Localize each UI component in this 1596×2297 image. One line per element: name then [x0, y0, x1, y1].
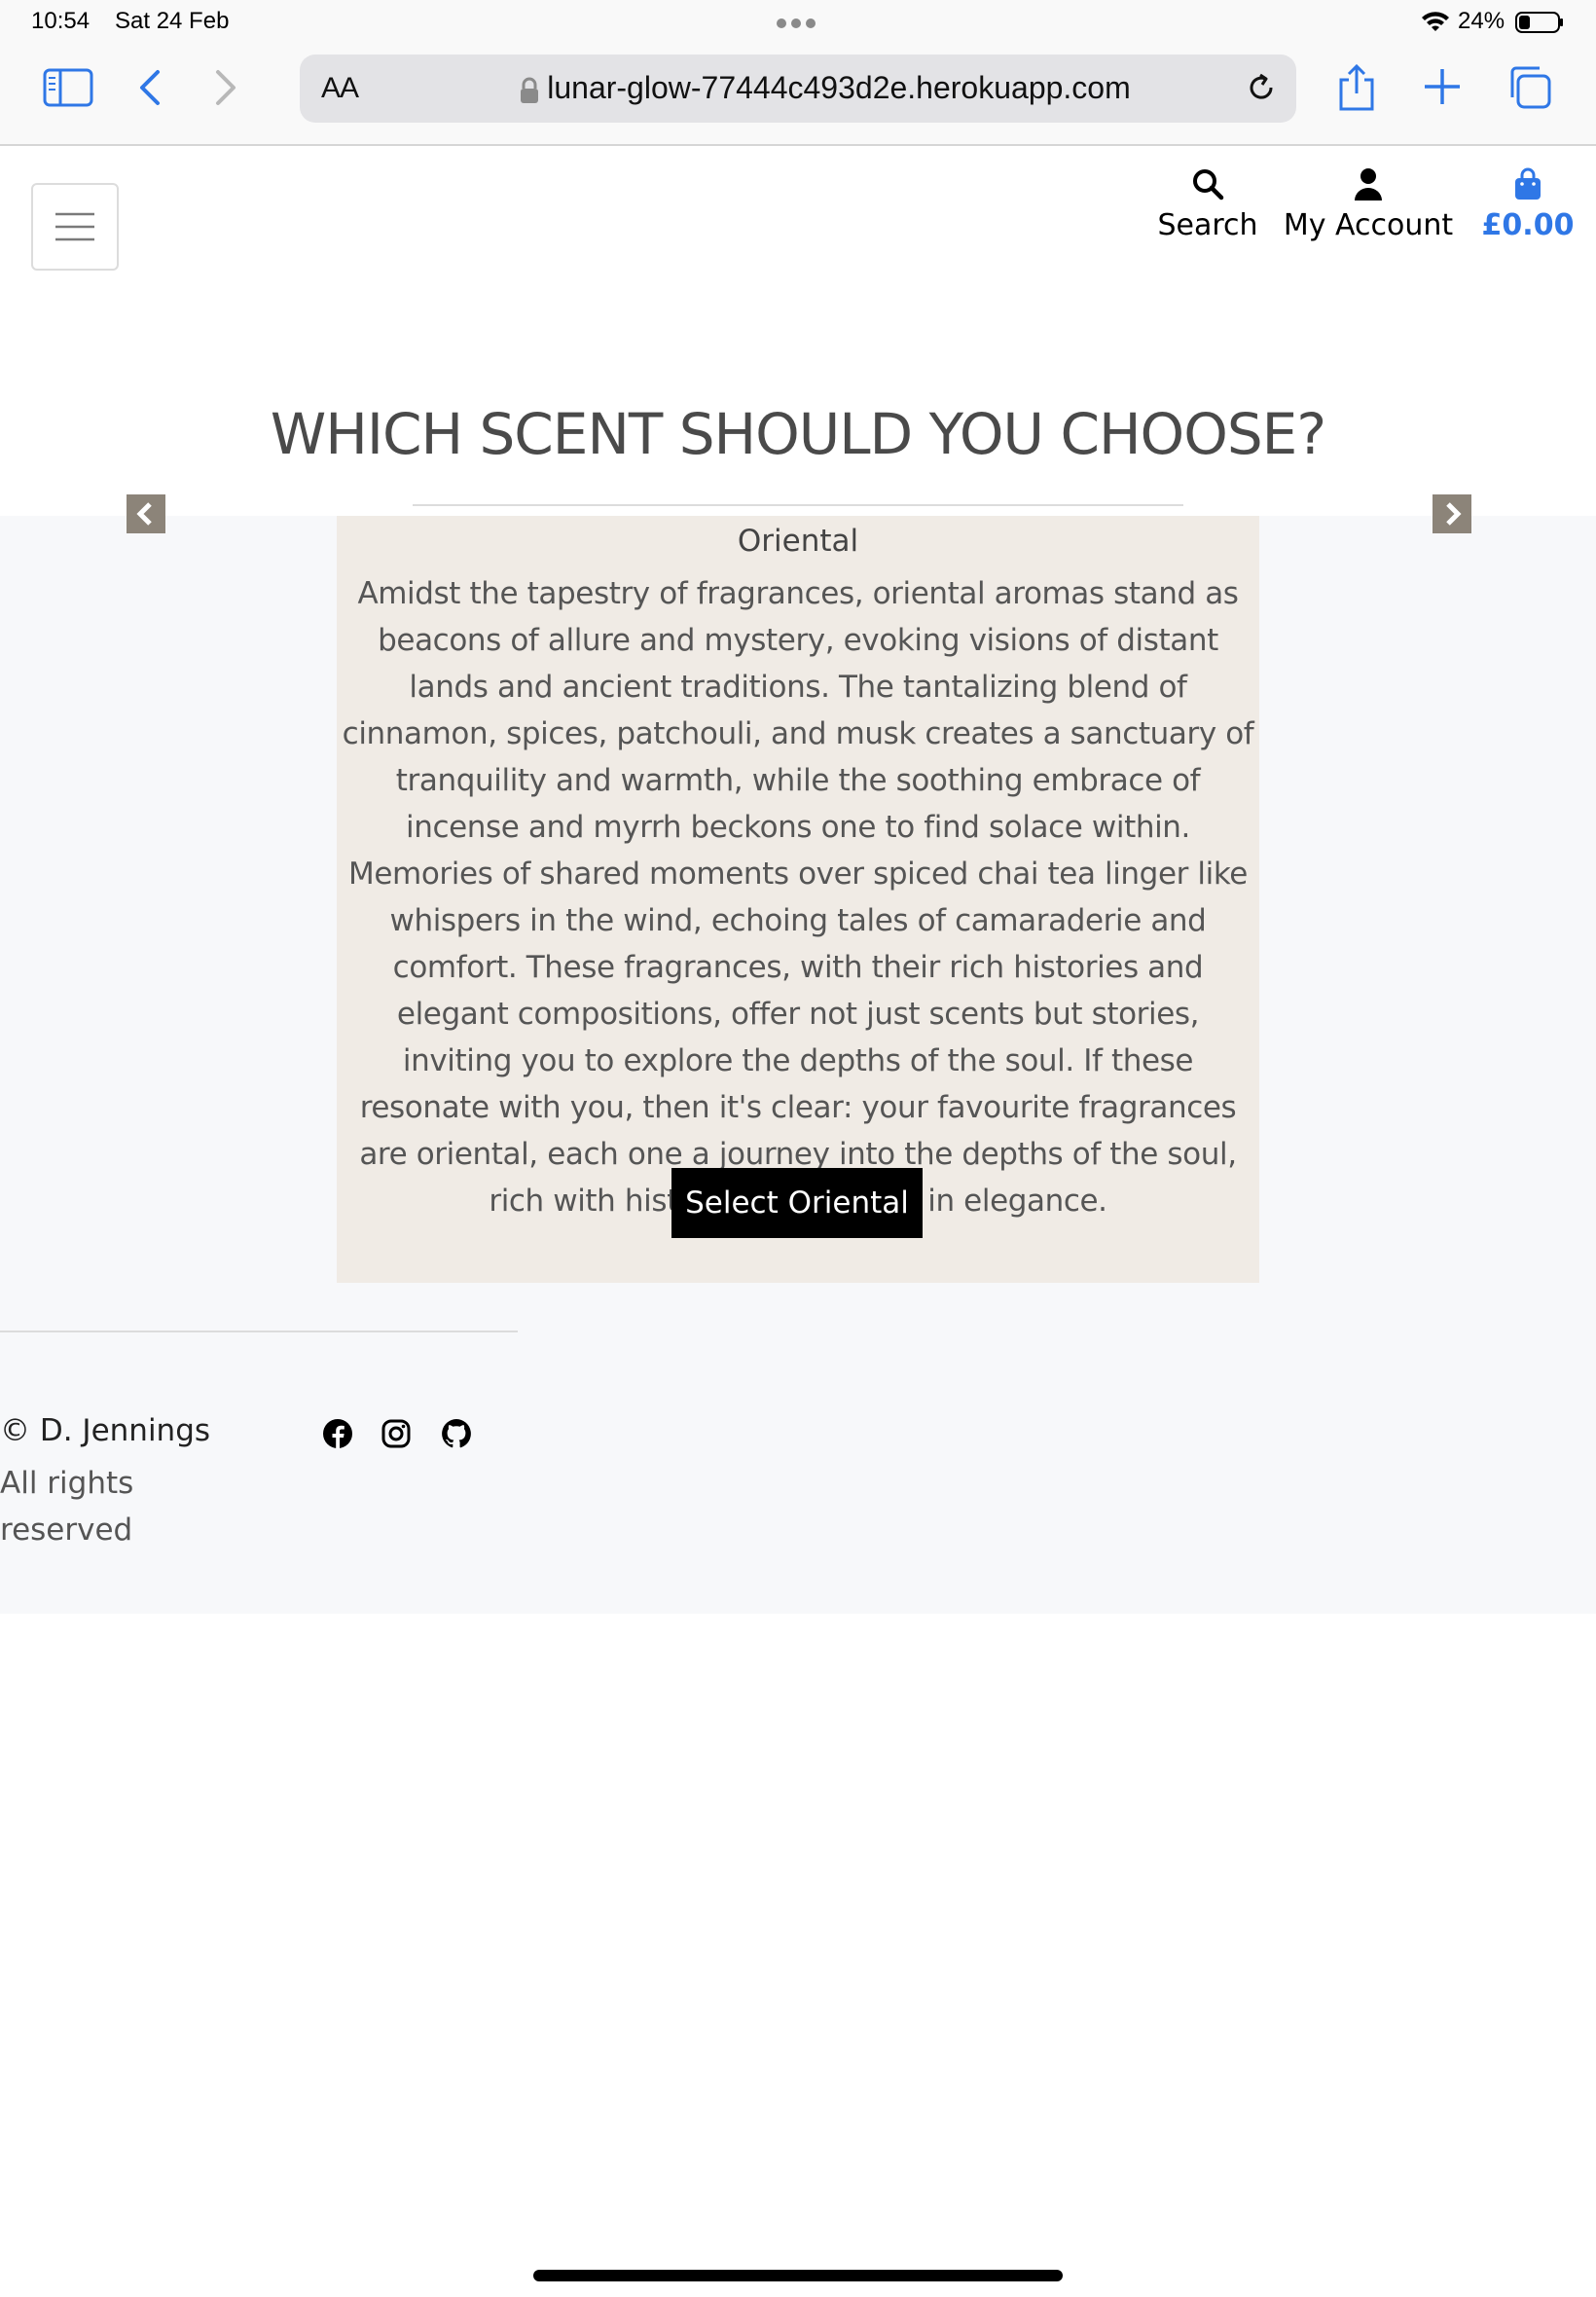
select-scent-button[interactable]: Select Oriental [671, 1168, 923, 1238]
share-icon[interactable] [1335, 60, 1378, 115]
copyright-text: © D. Jennings [0, 1413, 211, 1448]
back-icon[interactable] [132, 64, 167, 111]
chevron-left-icon [136, 502, 152, 526]
nav-shopping-bag[interactable]: £0.00 [1471, 167, 1584, 242]
bag-total: £0.00 [1481, 208, 1575, 242]
hamburger-icon [55, 212, 94, 241]
nav-account-label: My Account [1283, 208, 1454, 242]
browser-toolbar: AA lunar-glow-77444c493d2e.herokuapp.com [0, 45, 1596, 146]
carousel-prev-button[interactable] [127, 494, 165, 533]
instagram-icon [381, 1419, 411, 1448]
chevron-right-icon [1446, 502, 1462, 526]
forward-icon[interactable] [208, 64, 243, 111]
wifi-icon [1422, 12, 1449, 31]
facebook-link[interactable] [321, 1417, 354, 1450]
nav-search-label: Search [1157, 208, 1258, 242]
url-field[interactable]: lunar-glow-77444c493d2e.herokuapp.com [475, 70, 1176, 106]
instagram-link[interactable] [380, 1417, 413, 1450]
carousel-next-button[interactable] [1433, 494, 1471, 533]
sidebar-icon[interactable] [41, 64, 95, 111]
search-icon [1193, 169, 1224, 201]
scent-name: Oriental [737, 524, 859, 559]
menu-toggle-button[interactable] [31, 183, 119, 271]
github-link[interactable] [440, 1417, 473, 1450]
nav-my-account[interactable]: My Account [1281, 167, 1456, 242]
reload-icon[interactable] [1244, 70, 1279, 105]
text-size-button[interactable]: AA [321, 72, 359, 105]
scent-description: Amidst the tapestry of fragrances, orien… [342, 576, 1254, 1219]
new-tab-icon[interactable] [1421, 62, 1464, 111]
page-title: WHICH SCENT SHOULD YOU CHOOSE? [270, 401, 1326, 467]
shopping-bag-icon [1515, 167, 1541, 200]
status-bar: 10:54 Sat 24 Feb 24% [0, 0, 1596, 45]
battery-percent: 24% [1458, 8, 1505, 34]
battery-icon [1515, 12, 1563, 33]
url-text: lunar-glow-77444c493d2e.herokuapp.com [547, 70, 1131, 105]
title-divider [413, 504, 1183, 506]
status-date: Sat 24 Feb [115, 8, 230, 34]
multitasking-dots-icon[interactable] [777, 14, 821, 28]
lock-icon [521, 77, 539, 103]
scent-card: Oriental Amidst the tapestry of fragranc… [337, 516, 1259, 1283]
github-icon [442, 1419, 471, 1448]
nav-search[interactable]: Search [1154, 167, 1261, 242]
status-time: 10:54 [31, 8, 91, 34]
tabs-overview-icon[interactable] [1505, 62, 1553, 111]
rights-text: All rights reserved [0, 1466, 134, 1548]
address-bar[interactable]: AA lunar-glow-77444c493d2e.herokuapp.com [300, 55, 1296, 123]
user-icon [1355, 168, 1382, 201]
home-indicator [533, 2270, 1063, 2281]
facebook-icon [323, 1419, 352, 1448]
footer-divider [0, 1331, 518, 1332]
